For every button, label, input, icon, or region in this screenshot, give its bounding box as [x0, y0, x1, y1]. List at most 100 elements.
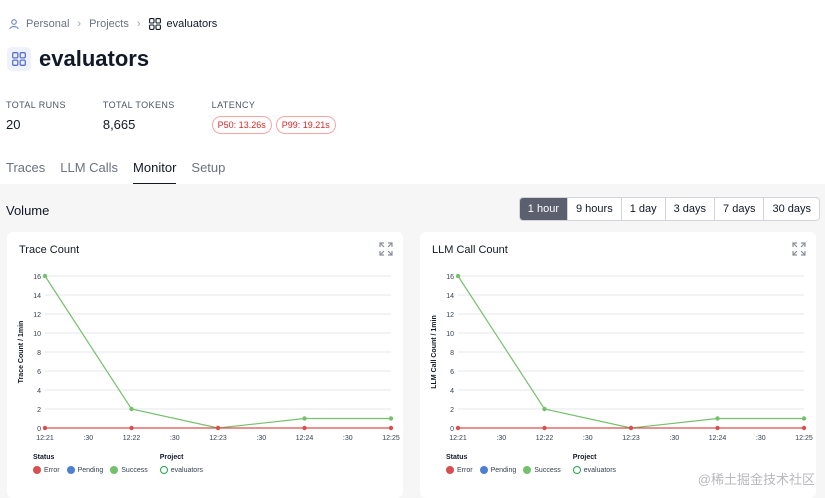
stat-total-runs: TOTAL RUNS 20: [6, 100, 66, 134]
grid-icon: [148, 18, 161, 30]
breadcrumb-projects[interactable]: Projects: [89, 18, 129, 30]
data-point-error: [455, 425, 461, 431]
chevron-right-icon: ›: [77, 18, 82, 30]
y-tick-label: 2: [37, 407, 41, 414]
legend-error-label: Error: [457, 466, 473, 474]
x-tick-label: :30: [83, 435, 93, 442]
x-tick-label: 12:24: [296, 435, 314, 442]
y-tick-label: 10: [33, 331, 41, 338]
project-dot: [572, 466, 581, 474]
x-tick-label: :30: [496, 435, 506, 442]
legend-success[interactable]: Success: [523, 466, 561, 474]
stat-value: 8,665: [102, 117, 136, 132]
x-tick-label: 12:22: [123, 435, 141, 442]
legend-error[interactable]: Error: [446, 466, 473, 474]
breadcrumb: Personal › Projects › evaluators: [8, 14, 217, 34]
y-tick-label: 4: [37, 388, 41, 395]
x-tick-label: 12:21: [36, 435, 54, 442]
stat-latency: LATENCY P50: 13.26s P99: 19.21s: [211, 100, 336, 134]
y-axis-label: Trace Count / 1min: [18, 321, 25, 384]
tab-setup[interactable]: Setup: [191, 160, 225, 185]
legend-project[interactable]: evaluators: [159, 466, 204, 474]
y-tick-label: 16: [33, 274, 41, 281]
range-7-days[interactable]: 7 days: [715, 198, 765, 220]
error-dot: [33, 466, 41, 474]
watermark: @稀土掘金技术社区: [697, 472, 815, 487]
project-dot: [159, 466, 168, 474]
trace-count-chart: 0 2 4 6 8 10 12 14 16 12:21:30 12:22:30 12:23:30 12:…: [18, 273, 400, 442]
x-tick-label: :30: [343, 435, 353, 442]
data-point-error: [42, 425, 48, 431]
user-icon: [8, 18, 20, 30]
tab-traces[interactable]: Traces: [6, 160, 45, 185]
tab-llm-calls[interactable]: LLM Calls: [60, 160, 118, 185]
stat-label: LATENCY: [211, 100, 256, 110]
stat-value: 20: [6, 117, 21, 132]
pending-dot: [479, 466, 488, 474]
legend-project[interactable]: evaluators: [572, 466, 617, 474]
data-point-success: [42, 273, 48, 279]
x-tick-label: 12:24: [709, 435, 727, 442]
legend-error[interactable]: Error: [33, 466, 60, 474]
y-tick-label: 10: [446, 331, 454, 338]
x-tick-label: :30: [756, 435, 766, 442]
chart-legend: Status Error Pending Success Project eva…: [446, 454, 628, 474]
legend-project-heading: Project: [159, 454, 184, 461]
latency-p50-badge: P50: 13.26s: [211, 116, 272, 134]
y-axis-label: LLM Call Count / 1min: [431, 315, 438, 389]
x-tick-label: :30: [669, 435, 679, 442]
legend-pending-label: Pending: [77, 466, 104, 474]
legend-success[interactable]: Success: [110, 466, 148, 474]
range-9-hours[interactable]: 9 hours: [568, 198, 622, 220]
legend-project-label: evaluators: [583, 466, 617, 474]
expand-icon[interactable]: [379, 242, 393, 261]
data-point-error: [542, 425, 547, 431]
data-point-error: [715, 425, 720, 431]
expand-icon[interactable]: [792, 242, 806, 261]
y-tick-label: 8: [37, 350, 41, 357]
legend-status-heading: Status: [446, 454, 468, 461]
range-1-hour[interactable]: 1 hour: [519, 198, 568, 220]
y-tick-label: 8: [450, 350, 454, 357]
tab-bar: Traces LLM Calls Monitor Setup: [6, 160, 240, 185]
x-tick-label: 12:25: [795, 435, 813, 442]
chart-title: LLM Call Count: [432, 244, 508, 256]
y-tick-label: 6: [450, 369, 454, 376]
data-point-success: [801, 416, 807, 421]
legend-project-label: evaluators: [170, 466, 204, 474]
range-1-day[interactable]: 1 day: [622, 198, 666, 220]
tab-monitor[interactable]: Monitor: [133, 160, 177, 185]
stat-label: TOTAL RUNS: [6, 100, 66, 110]
data-point-error: [129, 425, 134, 431]
data-point-success: [129, 406, 134, 412]
stats-row: TOTAL RUNS 20 TOTAL TOKENS 8,665 LATENCY…: [6, 100, 373, 134]
y-tick-label: 14: [446, 293, 454, 300]
stat-total-tokens: TOTAL TOKENS 8,665: [103, 100, 175, 134]
success-dot: [110, 466, 119, 474]
range-30-days[interactable]: 30 days: [764, 198, 819, 220]
y-tick-label: 4: [450, 388, 454, 395]
x-tick-label: 12:23: [209, 435, 227, 442]
legend-pending[interactable]: Pending: [479, 466, 517, 474]
legend-pending-label: Pending: [490, 466, 517, 474]
data-point-success: [715, 416, 720, 421]
legend-project-heading: Project: [572, 454, 597, 461]
y-tick-label: 2: [450, 407, 454, 414]
llm-call-count-card: LLM Call Count 0 2 4 6 8 10 12 14 16 12:21:30 12:2…: [420, 232, 816, 498]
chart-title: Trace Count: [19, 244, 80, 256]
breadcrumb-personal[interactable]: Personal: [26, 18, 69, 30]
x-tick-label: 12:25: [382, 435, 400, 442]
time-range-selector: 1 hour 9 hours 1 day 3 days 7 days 30 da…: [518, 197, 820, 221]
trace-count-card: Trace Count 0 2 4 6 8 10 12 14 16 12:21:30 12:22:3…: [7, 232, 403, 498]
chevron-right-icon: ›: [136, 18, 141, 30]
data-point-error: [215, 425, 221, 431]
legend-success-label: Success: [121, 466, 148, 474]
x-tick-label: :30: [583, 435, 593, 442]
volume-heading: Volume: [6, 203, 50, 218]
y-tick-label: 12: [33, 312, 41, 319]
error-dot: [446, 466, 454, 474]
range-3-days[interactable]: 3 days: [666, 198, 716, 220]
legend-pending[interactable]: Pending: [66, 466, 104, 474]
y-tick-label: 0: [37, 426, 41, 433]
y-tick-label: 16: [446, 274, 454, 281]
